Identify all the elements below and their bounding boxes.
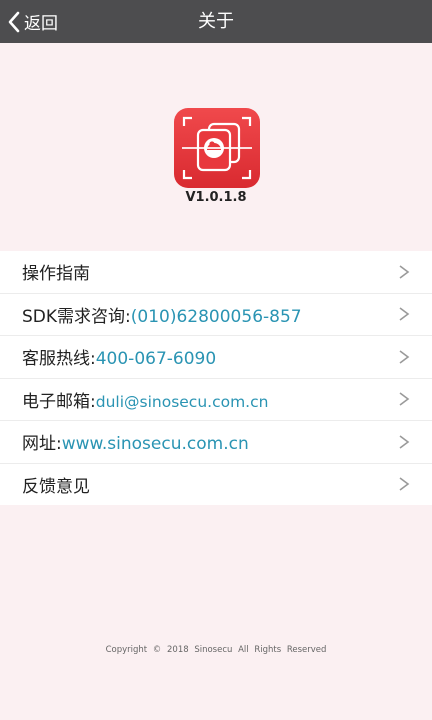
chevron-right-icon [399, 307, 410, 321]
chevron-right-icon [399, 435, 410, 449]
copyright-text: Copyright © 2018 Sinosecu All Rights Res… [105, 645, 327, 655]
menu-item-email[interactable]: 电子邮箱:duli@sinosecu.com.cn [0, 379, 432, 421]
title-bar: 返回 关于 [0, 0, 432, 43]
menu-item-label: 网址: [22, 434, 62, 455]
chevron-right-icon [399, 265, 410, 279]
menu-item-label: 电子邮箱: [22, 391, 96, 412]
menu-item-feedback[interactable]: 反馈意见 [0, 464, 432, 506]
menu-item-hotline[interactable]: 客服热线:400-067-6090 [0, 336, 432, 379]
sdk-phone-link[interactable]: (010)62800056-857 [131, 307, 302, 327]
menu-item-label: 客服热线: [22, 349, 96, 370]
about-menu: 操作指南 SDK需求咨询:(010)62800056-857 客服热线:400-… [0, 251, 432, 505]
menu-item-label: SDK需求咨询: [22, 306, 131, 327]
version-label: V1.0.1.8 [185, 190, 247, 205]
scanner-app-icon [174, 108, 260, 188]
chevron-right-icon [399, 350, 410, 364]
hotline-phone-link[interactable]: 400-067-6090 [96, 349, 216, 369]
page-title: 关于 [198, 11, 234, 32]
menu-item-label: 反馈意见 [22, 476, 90, 497]
chevron-right-icon [399, 392, 410, 406]
menu-item-guide[interactable]: 操作指南 [0, 251, 432, 294]
menu-item-website[interactable]: 网址:www.sinosecu.com.cn [0, 421, 432, 464]
website-link[interactable]: www.sinosecu.com.cn [62, 434, 249, 454]
email-link[interactable]: duli@sinosecu.com.cn [96, 393, 269, 411]
menu-item-label: 操作指南 [22, 264, 90, 285]
chevron-right-icon [399, 477, 410, 491]
menu-item-sdk-consult[interactable]: SDK需求咨询:(010)62800056-857 [0, 294, 432, 336]
